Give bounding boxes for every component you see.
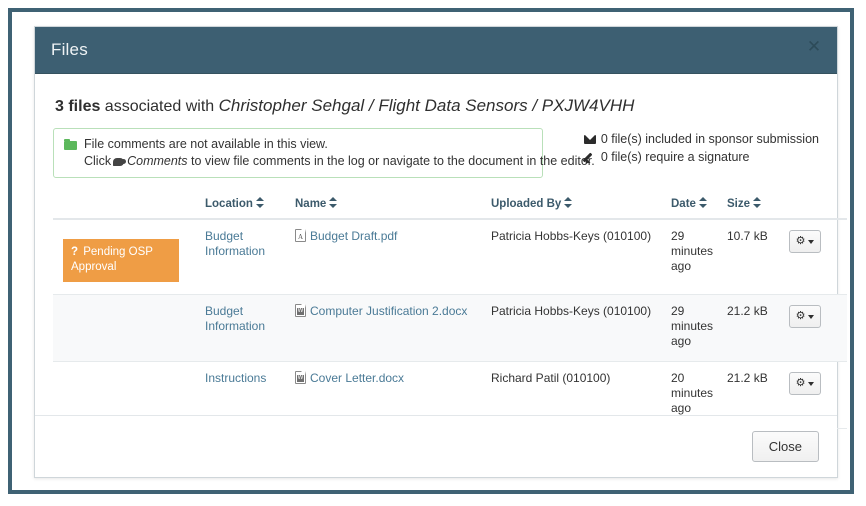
files-modal: Files ✕ 3 files associated with Christop… — [34, 26, 847, 478]
table-row: ? Pending OSP Approval Budget Informatio… — [53, 219, 847, 295]
status-question-icon: ? — [71, 246, 79, 258]
row-name-cell: W Computer Justification 2.docx — [291, 294, 487, 362]
sort-icon[interactable] — [698, 197, 707, 208]
sort-icon[interactable] — [753, 197, 762, 208]
row-uploader-cell: Patricia Hobbs-Keys (010100) — [487, 219, 667, 295]
sort-icon[interactable] — [255, 197, 264, 208]
comment-bubble-icon — [113, 158, 127, 166]
row-actions-cell: ⚙ — [785, 219, 847, 295]
row-status-cell: ? Pending OSP Approval — [53, 219, 201, 295]
alert-line-2-rest: to view file comments in the log or navi… — [191, 154, 595, 168]
page-title: Files — [51, 40, 88, 59]
sort-icon[interactable] — [329, 197, 338, 208]
signature-stat: 0 file(s) require a signature — [584, 148, 819, 166]
file-stats: 0 file(s) included in sponsor submission… — [583, 128, 819, 166]
row-location-cell: Budget Information — [201, 294, 291, 362]
comments-alert-text: File comments are not available in this … — [84, 136, 595, 170]
row-actions-button[interactable]: ⚙ — [789, 305, 821, 328]
column-date-label: Date — [671, 198, 696, 210]
row-location-cell: Budget Information — [201, 219, 291, 295]
location-link[interactable]: Budget Information — [205, 229, 265, 258]
chevron-down-icon — [808, 239, 815, 244]
column-size-label: Size — [727, 198, 751, 210]
modal-body: 3 files associated with Christopher Sehg… — [35, 74, 847, 434]
gear-icon: ⚙ — [795, 377, 806, 389]
column-uploaded-by-label: Uploaded By — [491, 198, 562, 210]
row-size-cell: 10.7 kB — [723, 219, 785, 295]
signature-stat-label: 0 file(s) require a signature — [600, 150, 750, 164]
sort-icon[interactable] — [564, 197, 573, 208]
alert-line-2: Click Comments to view file comments in t… — [84, 153, 595, 170]
column-date[interactable]: Date — [667, 190, 723, 220]
comments-link[interactable]: Comments — [127, 154, 187, 168]
file-name-link[interactable]: Computer Justification 2.docx — [310, 304, 467, 318]
sponsor-submission-stat-label: 0 file(s) included in sponsor submission — [600, 132, 819, 146]
status-badge-label: Pending OSP Approval — [71, 246, 153, 273]
modal-header: Files ✕ — [35, 27, 837, 74]
table-header-row: Location Name Uploaded By Date Size — [53, 190, 847, 220]
column-actions — [785, 190, 847, 220]
chevron-down-icon — [808, 314, 815, 319]
gear-icon: ⚙ — [795, 235, 806, 247]
breadcrumb: Christopher Sehgal / Flight Data Sensors… — [218, 96, 635, 115]
row-uploader-cell: Patricia Hobbs-Keys (010100) — [487, 294, 667, 362]
table-body: ? Pending OSP Approval Budget Informatio… — [53, 219, 847, 429]
chevron-down-icon — [808, 381, 815, 386]
column-status — [53, 190, 201, 220]
row-actions-button[interactable]: ⚙ — [789, 372, 821, 395]
close-button[interactable]: Close — [751, 431, 819, 462]
row-date-cell: 29 minutes ago — [667, 219, 723, 295]
modal-footer: Close — [35, 415, 837, 477]
table-row: Budget Information W Computer Justificati… — [53, 294, 847, 362]
alert-click-word: Click — [84, 154, 112, 168]
column-name-label: Name — [295, 198, 327, 210]
table-header: Location Name Uploaded By Date Size — [53, 190, 847, 220]
word-file-icon: W — [295, 371, 306, 384]
row-status-cell — [53, 294, 201, 362]
status-badge: ? Pending OSP Approval — [63, 239, 179, 282]
files-table: Location Name Uploaded By Date Size ? Pe… — [53, 190, 847, 429]
column-name[interactable]: Name — [291, 190, 487, 220]
column-uploaded-by[interactable]: Uploaded By — [487, 190, 667, 220]
row-name-cell: A Budget Draft.pdf — [291, 219, 487, 295]
pdf-file-icon: A — [295, 229, 306, 242]
info-row: File comments are not available in this … — [53, 128, 819, 178]
app-frame: Files ✕ 3 files associated with Christop… — [8, 8, 854, 494]
comments-alert: File comments are not available in this … — [53, 128, 595, 178]
envelope-icon — [583, 134, 596, 144]
row-date-cell: 29 minutes ago — [667, 294, 723, 362]
row-actions-button[interactable]: ⚙ — [789, 230, 821, 253]
close-icon[interactable]: ✕ — [805, 38, 823, 56]
column-size[interactable]: Size — [723, 190, 785, 220]
row-size-cell: 21.2 kB — [723, 294, 785, 362]
word-file-icon: W — [295, 304, 306, 317]
summary-line: 3 files associated with Christopher Sehg… — [55, 96, 819, 116]
file-count: 3 files — [55, 98, 101, 115]
file-name-link[interactable]: Cover Letter.docx — [310, 371, 404, 385]
location-link[interactable]: Instructions — [205, 371, 266, 385]
summary-connector: associated with — [100, 98, 219, 115]
row-actions-cell: ⚙ — [785, 294, 847, 362]
pen-icon — [584, 151, 596, 163]
column-location[interactable]: Location — [201, 190, 291, 220]
folder-icon — [64, 139, 77, 150]
gear-icon: ⚙ — [795, 310, 806, 322]
sponsor-submission-stat: 0 file(s) included in sponsor submission — [583, 130, 819, 148]
location-link[interactable]: Budget Information — [205, 304, 265, 333]
file-name-link[interactable]: Budget Draft.pdf — [310, 229, 397, 243]
column-location-label: Location — [205, 198, 253, 210]
alert-line-1: File comments are not available in this … — [84, 137, 328, 151]
